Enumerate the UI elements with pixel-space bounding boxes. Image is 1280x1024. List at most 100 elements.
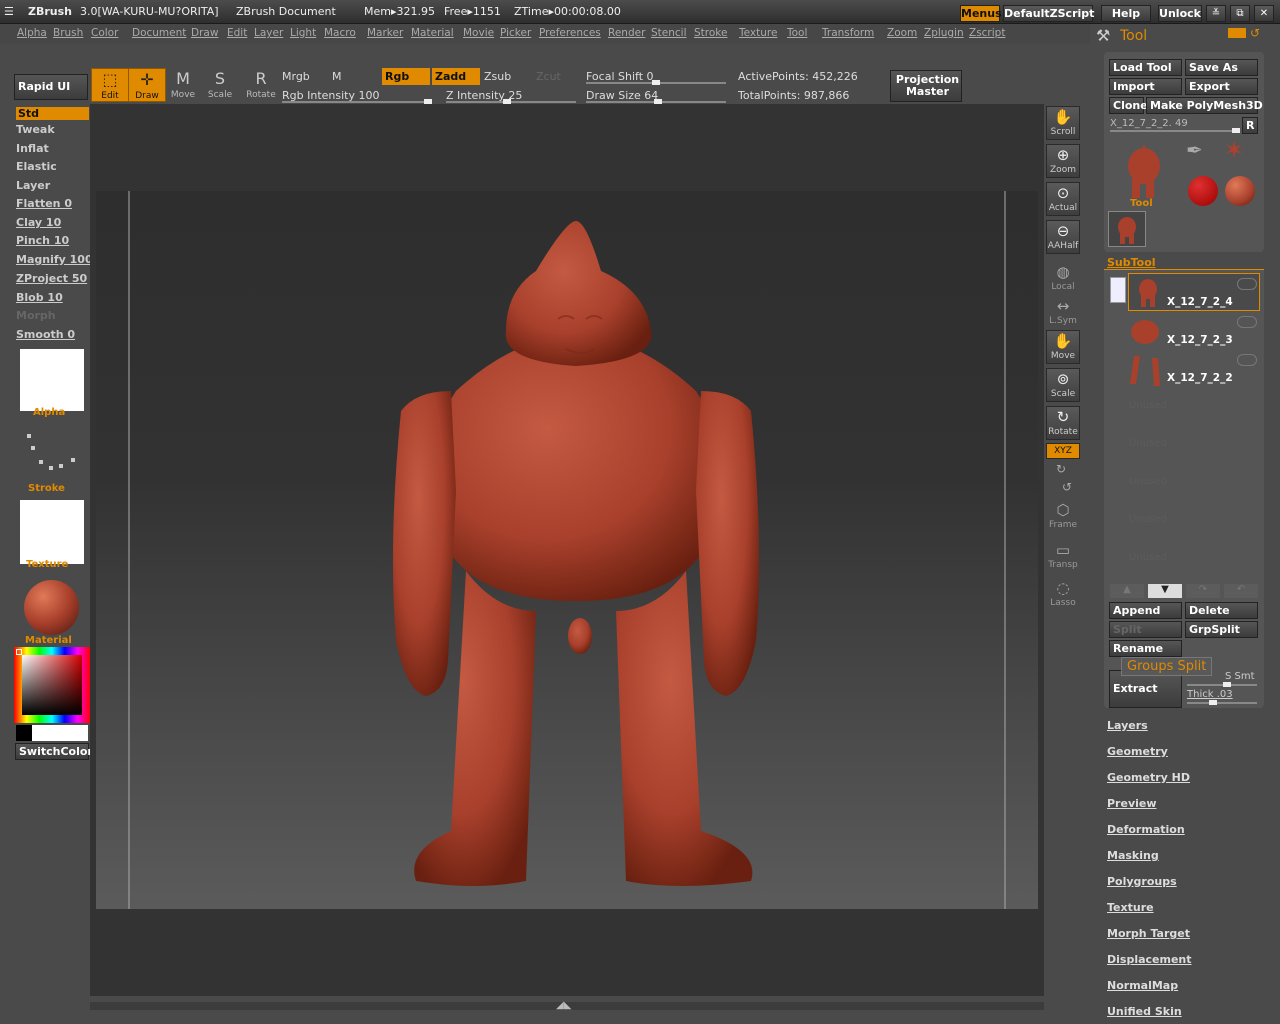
- brush-blob[interactable]: Blob 10: [16, 291, 63, 304]
- color-picker[interactable]: [14, 647, 90, 723]
- rotate-view-button[interactable]: ↻ Rotate: [1046, 406, 1080, 440]
- texture-label[interactable]: Texture: [26, 559, 68, 570]
- smt-slider[interactable]: [1187, 682, 1257, 687]
- menu-material[interactable]: Material: [411, 27, 454, 39]
- grpsplit-button[interactable]: GrpSplit: [1185, 621, 1258, 638]
- sphere-red-icon[interactable]: [1188, 176, 1218, 206]
- minimize-icon[interactable]: ≚: [1206, 5, 1226, 22]
- default-zscript-button[interactable]: DefaultZScript: [1003, 5, 1094, 22]
- help-button[interactable]: Help: [1101, 5, 1151, 22]
- move-button[interactable]: M Move: [164, 68, 202, 102]
- stroke-preview-icon[interactable]: [25, 432, 81, 472]
- rotate-button[interactable]: R Rotate: [242, 68, 280, 102]
- restore-icon[interactable]: ⧉: [1230, 5, 1250, 22]
- aahalf-button[interactable]: ⊖ AAHalf: [1046, 220, 1080, 254]
- lsym-button[interactable]: ↔ L.Sym: [1046, 296, 1080, 330]
- scale-view-button[interactable]: ⊚ Scale: [1046, 368, 1080, 402]
- local-button[interactable]: ◍ Local: [1046, 262, 1080, 296]
- brush-pinch[interactable]: Pinch 10: [16, 234, 69, 247]
- clone-button[interactable]: Clone: [1109, 97, 1148, 114]
- menu-tool[interactable]: Tool: [787, 27, 807, 39]
- rgb-intensity-slider[interactable]: [282, 99, 432, 104]
- stroke-label[interactable]: Stroke: [28, 483, 65, 494]
- brush-flatten[interactable]: Flatten 0: [16, 197, 72, 210]
- brush-tweak[interactable]: Tweak: [16, 123, 55, 136]
- section-masking[interactable]: Masking: [1107, 849, 1159, 862]
- mrgb-button[interactable]: Mrgb: [282, 70, 310, 83]
- menu-zscript[interactable]: Zscript: [969, 27, 1005, 39]
- xyz-button[interactable]: XYZ: [1046, 443, 1080, 459]
- rotate-z-icon[interactable]: ↺: [1062, 480, 1072, 494]
- section-polygroups[interactable]: Polygroups: [1107, 875, 1177, 888]
- menu-draw[interactable]: Draw: [191, 27, 218, 39]
- zcut-button[interactable]: Zcut: [536, 70, 561, 83]
- menu-render[interactable]: Render: [608, 27, 645, 39]
- m-button[interactable]: M: [332, 70, 342, 83]
- menu-alpha[interactable]: Alpha: [17, 27, 47, 39]
- rename-button[interactable]: Rename: [1109, 640, 1182, 657]
- edit-button[interactable]: ⬚ Edit: [91, 68, 129, 102]
- export-button[interactable]: Export: [1185, 78, 1258, 95]
- menu-movie[interactable]: Movie: [463, 27, 494, 39]
- menu-marker[interactable]: Marker: [367, 27, 403, 39]
- primary-color[interactable]: [32, 725, 88, 741]
- menu-zoom[interactable]: Zoom: [887, 27, 917, 39]
- brush-zproject[interactable]: ZProject 50: [16, 272, 87, 285]
- menu-preferences[interactable]: Preferences: [539, 27, 601, 39]
- smt-label[interactable]: S Smt: [1225, 671, 1255, 682]
- menu-edit[interactable]: Edit: [227, 27, 247, 39]
- focal-shift-slider[interactable]: [586, 80, 726, 85]
- transp-button[interactable]: ▭ Transp: [1046, 540, 1080, 574]
- move-down-icon[interactable]: ▼: [1148, 584, 1182, 598]
- brush-std[interactable]: Std: [16, 107, 89, 120]
- alpha-label[interactable]: Alpha: [33, 407, 65, 418]
- subtool-thumbnail-3[interactable]: [1128, 352, 1162, 388]
- tool-name-field[interactable]: X_12_7_2_2. 49: [1110, 118, 1188, 129]
- actual-button[interactable]: ⊙ Actual: [1046, 182, 1080, 216]
- sphere-icon[interactable]: [1225, 176, 1255, 206]
- sculpt-model[interactable]: [96, 191, 1038, 909]
- secondary-color[interactable]: [16, 725, 32, 741]
- document-viewport[interactable]: [96, 191, 1038, 909]
- material-sphere-icon[interactable]: [24, 580, 79, 635]
- menu-picker[interactable]: Picker: [500, 27, 531, 39]
- switch-color-button[interactable]: SwitchColor: [15, 743, 93, 760]
- section-deformation[interactable]: Deformation: [1107, 823, 1185, 836]
- frame-button[interactable]: ⬡ Frame: [1046, 500, 1080, 534]
- draw-size-slider[interactable]: [586, 99, 726, 104]
- zadd-button[interactable]: Zadd: [432, 68, 480, 85]
- pen-tool-icon[interactable]: ✒: [1186, 138, 1203, 162]
- menu-stroke[interactable]: Stroke: [694, 27, 727, 39]
- menu-stencil[interactable]: Stencil: [651, 27, 687, 39]
- brush-layer[interactable]: Layer: [16, 179, 50, 192]
- menu-zplugin[interactable]: Zplugin: [924, 27, 964, 39]
- menus-button[interactable]: Menus: [960, 5, 1002, 22]
- import-button[interactable]: Import: [1109, 78, 1182, 95]
- brush-inflat[interactable]: Inflat: [16, 142, 49, 155]
- menu-document[interactable]: Document: [132, 27, 186, 39]
- section-morph-target[interactable]: Morph Target: [1107, 927, 1190, 940]
- close-icon[interactable]: ✕: [1254, 5, 1274, 22]
- draw-button[interactable]: ✛ Draw: [128, 68, 166, 102]
- arrow-right-icon[interactable]: ↷: [1186, 584, 1220, 598]
- section-normalmap[interactable]: NormalMap: [1107, 979, 1178, 992]
- make-polymesh-button[interactable]: Make PolyMesh3D: [1146, 97, 1263, 114]
- section-preview[interactable]: Preview: [1107, 797, 1157, 810]
- save-as-button[interactable]: Save As: [1185, 59, 1258, 76]
- projection-master-button[interactable]: Projection Master: [890, 70, 962, 102]
- subtool-thumbnail-2[interactable]: [1128, 315, 1162, 349]
- menu-brush[interactable]: Brush: [53, 27, 83, 39]
- subtool-name-2[interactable]: X_12_7_2_3: [1167, 334, 1233, 346]
- thick-slider[interactable]: [1187, 700, 1257, 705]
- menu-color[interactable]: Color: [91, 27, 118, 39]
- load-tool-button[interactable]: Load Tool: [1109, 59, 1182, 76]
- texture-preview[interactable]: [20, 500, 84, 564]
- subtool-name-3[interactable]: X_12_7_2_2: [1167, 372, 1233, 384]
- brush-elastic[interactable]: Elastic: [16, 160, 57, 173]
- lasso-button[interactable]: ◌ Lasso: [1046, 578, 1080, 612]
- tool-small-thumbnail[interactable]: [1108, 211, 1146, 247]
- rotate-y-icon[interactable]: ↻: [1056, 462, 1066, 476]
- menu-layer[interactable]: Layer: [254, 27, 283, 39]
- brush-clay[interactable]: Clay 10: [16, 216, 61, 229]
- menu-light[interactable]: Light: [290, 27, 316, 39]
